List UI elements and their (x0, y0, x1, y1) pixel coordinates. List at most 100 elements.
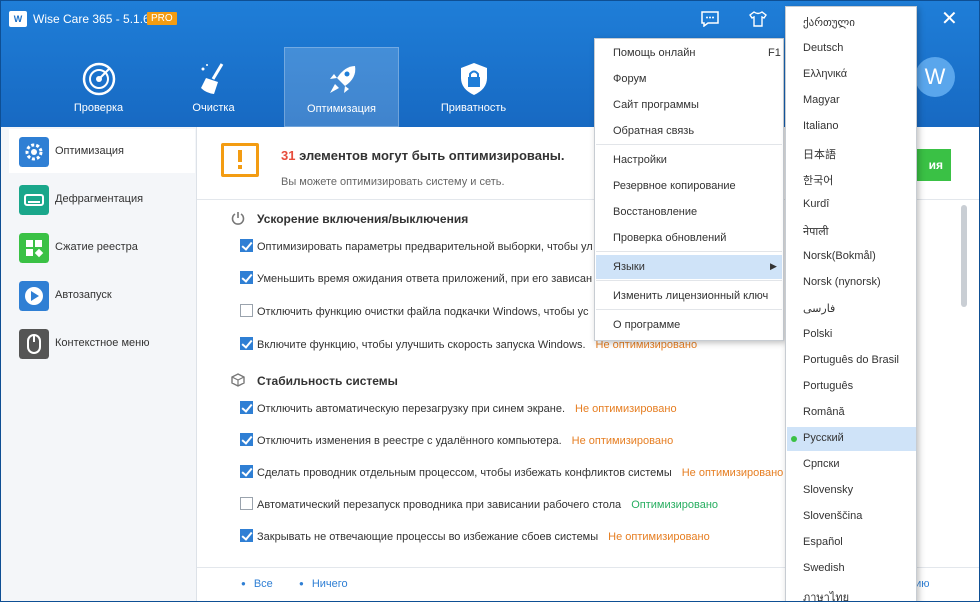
sidebar-item-label: Сжатие реестра (55, 241, 138, 253)
language-item[interactable]: Русский (787, 427, 916, 451)
select-all-link[interactable]: ● Все (241, 578, 273, 590)
menu-item-label: Обратная связь (613, 125, 695, 137)
language-item[interactable]: Norsk(Bokmål) (787, 245, 916, 269)
language-item[interactable]: 한국어 (787, 167, 916, 191)
option-checkbox[interactable] (240, 304, 253, 317)
option-row[interactable]: Автоматический перезапуск проводника при… (240, 497, 718, 515)
language-item[interactable]: Slovensky (787, 479, 916, 503)
avatar[interactable]: W (915, 57, 955, 97)
language-item[interactable]: Português (787, 375, 916, 399)
feedback-icon[interactable] (701, 11, 719, 27)
menu-separator (596, 144, 782, 145)
language-item[interactable]: ქართული (787, 11, 916, 35)
app-window: W Wise Care 365 - 5.1.6 PRO ✕ Проверка О… (0, 0, 980, 602)
menu-item[interactable]: Форум (596, 67, 782, 91)
option-checkbox[interactable] (240, 465, 253, 478)
nav-privacy[interactable]: Приватность (416, 47, 531, 127)
option-status: Не оптимизировано (571, 435, 674, 447)
language-label: Norsk(Bokmål) (803, 250, 876, 262)
sidebar-item-registry[interactable]: Сжатие реестра (9, 225, 195, 269)
language-label: 한국어 (803, 175, 834, 187)
language-item[interactable]: Kurdî (787, 193, 916, 217)
option-label: Включите функцию, чтобы улучшить скорост… (257, 339, 586, 351)
language-label: नेपाली (803, 226, 829, 238)
language-item[interactable]: Slovenščina (787, 505, 916, 529)
option-row[interactable]: Закрывать не отвечающие процессы во избе… (240, 529, 710, 547)
menu-item[interactable]: Помощь онлайн F1 (596, 41, 782, 65)
menu-item-label: О программе (613, 319, 681, 331)
language-label: Kurdî (803, 198, 830, 210)
lock-icon (461, 63, 487, 95)
language-label: Русский (803, 432, 844, 444)
cube-icon (231, 373, 245, 387)
option-status: Не оптимизировано (681, 467, 784, 479)
banner-subtitle: Вы можете оптимизировать систему и сеть. (281, 176, 505, 188)
option-row[interactable]: Отключить автоматическую перезагрузку пр… (240, 401, 677, 419)
option-row[interactable]: Уменьшить время ожидания ответа приложен… (240, 271, 592, 289)
menu-item[interactable]: Восстановление (596, 200, 782, 224)
language-label: 日本語 (803, 149, 836, 161)
menu-item[interactable]: Сайт программы (596, 93, 782, 117)
language-item[interactable]: Magyar (787, 89, 916, 113)
sidebar-item-label: Контекстное меню (55, 337, 150, 349)
language-label: Polski (803, 328, 833, 340)
nav-optimize[interactable]: Оптимизация (284, 47, 399, 127)
nav-clean[interactable]: Очистка (156, 47, 271, 127)
nav-label: Приватность (440, 102, 507, 114)
language-item[interactable]: Deutsch (787, 37, 916, 61)
language-item[interactable]: فارسی (787, 297, 916, 321)
select-all-label: Все (253, 578, 273, 590)
language-label: Deutsch (803, 42, 844, 54)
language-item[interactable]: Português do Brasil (787, 349, 916, 373)
language-item[interactable]: 日本語 (787, 141, 916, 165)
menu-item[interactable]: О программе (596, 313, 782, 337)
language-item[interactable]: नेपाली (787, 219, 916, 243)
language-label: Swedish (803, 562, 845, 574)
select-none-link[interactable]: ● Ничего (299, 578, 348, 590)
option-label: Отключить автоматическую перезагрузку пр… (257, 403, 566, 415)
scrollbar[interactable] (961, 205, 967, 307)
section-title: Ускорение включения/выключения (257, 212, 469, 226)
sidebar-item-optimization[interactable]: Оптимизация (9, 129, 195, 173)
option-row[interactable]: Сделать проводник отдельным процессом, ч… (240, 465, 783, 483)
option-label: Оптимизировать параметры предварительной… (257, 241, 593, 253)
skin-shirt-icon[interactable] (749, 11, 767, 27)
language-label: Ελληνικά (803, 68, 848, 80)
app-title: Wise Care 365 - 5.1.6 (33, 12, 150, 26)
language-item[interactable]: Română (787, 401, 916, 425)
language-label: Español (803, 536, 843, 548)
sidebar-item-context-menu[interactable]: Контекстное меню (9, 321, 195, 365)
close-icon[interactable]: ✕ (941, 9, 958, 29)
language-item[interactable]: Norsk (nynorsk) (787, 271, 916, 295)
language-item[interactable]: Српски (787, 453, 916, 477)
option-checkbox[interactable] (240, 239, 253, 252)
nav-check[interactable]: Проверка (41, 47, 156, 127)
menu-item[interactable]: Проверка обновлений (596, 226, 782, 250)
language-item[interactable]: Italiano (787, 115, 916, 139)
language-item[interactable]: Español (787, 531, 916, 555)
menu-item[interactable]: Языки ▶ (596, 255, 782, 279)
sidebar-item-startup[interactable]: Автозапуск (9, 273, 195, 317)
option-checkbox[interactable] (240, 337, 253, 350)
warning-monitor-icon (221, 143, 259, 177)
language-item[interactable]: Ελληνικά (787, 63, 916, 87)
option-checkbox[interactable] (240, 271, 253, 284)
language-item[interactable]: Polski (787, 323, 916, 347)
language-label: فارسی (803, 303, 836, 315)
option-checkbox[interactable] (240, 497, 253, 510)
option-row[interactable]: Отключить функцию очистки файла подкачки… (240, 304, 589, 322)
option-checkbox[interactable] (240, 529, 253, 542)
language-item[interactable]: Swedish (787, 557, 916, 581)
menu-item[interactable]: Настройки (596, 148, 782, 172)
language-label: Português do Brasil (803, 354, 899, 366)
menu-item[interactable]: Обратная связь (596, 119, 782, 143)
menu-item[interactable]: Резервное копирование (596, 174, 782, 198)
language-item[interactable]: ภาษาไทย (787, 583, 916, 601)
menu-item-label: Языки (613, 261, 645, 273)
option-checkbox[interactable] (240, 433, 253, 446)
option-row[interactable]: Отключить изменения в реестре с удалённо… (240, 433, 673, 451)
menu-item[interactable]: Изменить лицензионный ключ (596, 284, 782, 308)
option-checkbox[interactable] (240, 401, 253, 414)
sidebar-item-defrag[interactable]: Дефрагментация (9, 177, 195, 221)
option-row[interactable]: Оптимизировать параметры предварительной… (240, 239, 593, 257)
